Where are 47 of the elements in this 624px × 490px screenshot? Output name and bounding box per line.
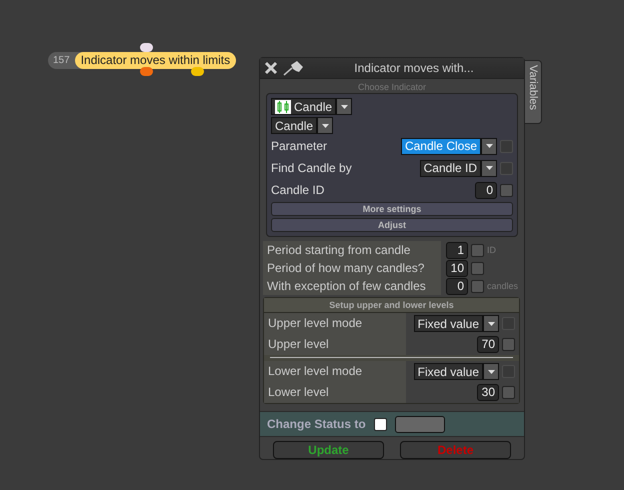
number-field[interactable]: 10: [446, 260, 468, 277]
caret-icon: [488, 370, 494, 374]
node-number: 157: [52, 55, 71, 66]
number-field[interactable]: 30: [477, 384, 499, 402]
section-title: Setup upper and lower levels: [264, 298, 519, 314]
checkbox[interactable]: [471, 280, 484, 293]
caret-icon: [488, 322, 494, 326]
checkbox[interactable]: [471, 244, 484, 257]
number-field[interactable]: 0: [475, 182, 497, 199]
caret-icon: [322, 124, 329, 128]
window-title: Indicator moves with...: [353, 61, 475, 76]
number-field[interactable]: 1: [446, 242, 468, 259]
checkbox[interactable]: [500, 184, 513, 197]
caret-icon: [486, 144, 492, 148]
field-label: Upper level mode: [264, 313, 406, 334]
field-label: Find Candle by: [271, 161, 352, 176]
unit-label: candles: [487, 281, 518, 292]
close-icon[interactable]: [264, 61, 278, 76]
status-label: Change Status to: [267, 417, 366, 432]
checkbox[interactable]: [502, 386, 515, 400]
field-label: Period starting from candle: [263, 241, 441, 260]
settings-button[interactable]: Adjust: [271, 218, 513, 232]
side-tab[interactable]: Variables: [525, 60, 542, 124]
dropdown-field[interactable]: Candle: [271, 98, 336, 116]
section-caption: Choose Indicator: [356, 82, 428, 92]
field-label: Lower level mode: [264, 361, 406, 382]
node-label: Indicator moves within limits: [74, 52, 236, 69]
field-label: With exception of few candles: [263, 277, 441, 296]
checkbox[interactable]: [374, 418, 387, 431]
unit-label: ID: [487, 245, 496, 256]
field-label: Upper level: [264, 334, 406, 356]
node-pill[interactable]: 157 Indicator moves within limits: [48, 52, 236, 69]
field-label: Candle ID: [271, 183, 324, 198]
field-label: Lower level: [264, 382, 406, 404]
caret-icon: [486, 166, 492, 170]
caret-icon: [340, 104, 348, 109]
dropdown-field[interactable]: Candle: [271, 117, 318, 134]
field-label: Parameter: [271, 139, 328, 154]
number-field[interactable]: 0: [446, 278, 468, 295]
candlestick-icon: [275, 100, 291, 114]
field-label: Period of how many candles?: [263, 259, 441, 278]
checkbox[interactable]: [471, 262, 484, 275]
checkbox[interactable]: [502, 338, 515, 352]
settings-button[interactable]: More settings: [271, 202, 513, 216]
number-field[interactable]: 70: [477, 336, 499, 354]
color-swatch[interactable]: [394, 416, 445, 433]
update-button[interactable]: Update: [273, 441, 384, 459]
